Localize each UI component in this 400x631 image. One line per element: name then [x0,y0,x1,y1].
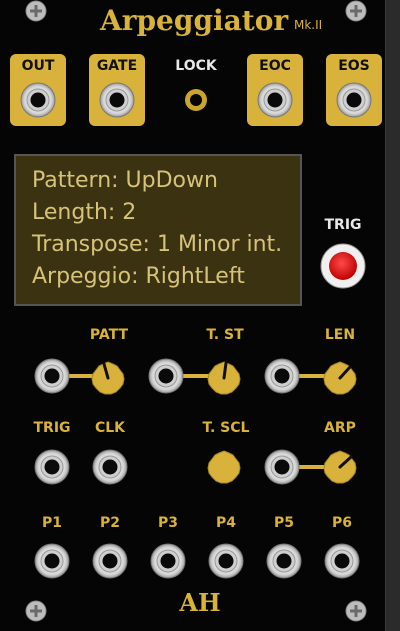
len-knob[interactable] [323,361,357,395]
patt-knob[interactable] [91,361,125,395]
trig-button[interactable] [320,243,366,289]
len-cv-jack[interactable] [264,358,300,394]
trig-input-jack[interactable] [34,449,70,485]
arp-cv-jack[interactable] [264,449,300,485]
tscl-knob[interactable] [207,450,241,484]
screw-bottom-right [345,600,367,622]
clk-input-jack[interactable] [92,449,128,485]
screw-top-left [25,0,47,22]
tst-cv-jack[interactable] [148,358,184,394]
arp-knob[interactable] [323,450,357,484]
p2-jack[interactable] [92,543,128,579]
gate-jack[interactable] [99,82,135,118]
p1-jack[interactable] [34,543,70,579]
tst-knob[interactable] [207,361,241,395]
eoc-jack[interactable] [257,82,293,118]
out-jack[interactable] [20,82,56,118]
lock-led [185,89,207,111]
eos-jack[interactable] [336,82,372,118]
panel-graphics [20,0,372,622]
p5-jack[interactable] [266,543,302,579]
patt-cv-jack[interactable] [34,358,70,394]
p4-jack[interactable] [208,543,244,579]
p3-jack[interactable] [150,543,186,579]
screw-top-right [345,0,367,22]
module-panel: Arpeggiator Mk.II OUT GATE EOC EOS LOCK … [0,0,400,631]
screw-bottom-left [25,600,47,622]
p6-jack[interactable] [324,543,360,579]
